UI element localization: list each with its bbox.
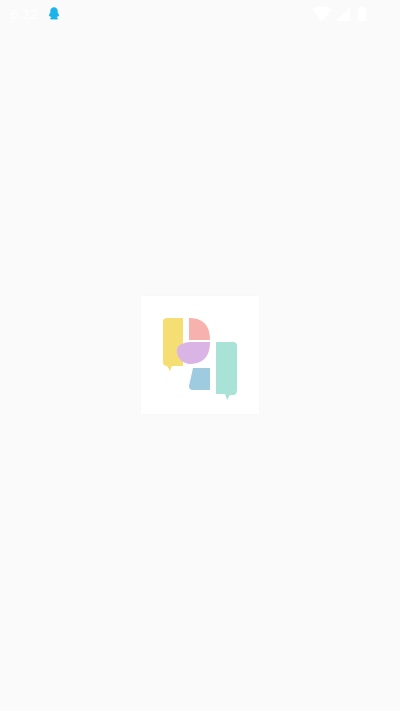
splash-screen: 6:22	[0, 0, 400, 711]
app-logo-icon	[163, 318, 237, 400]
system-status-icons	[312, 6, 366, 22]
qq-penguin-icon	[48, 7, 60, 20]
status-time: 6:22	[10, 6, 39, 22]
status-bar: 6:22	[0, 0, 400, 28]
app-logo-card	[141, 296, 259, 414]
signal-icon	[336, 7, 350, 21]
wifi-icon	[312, 6, 332, 22]
battery-icon	[358, 6, 366, 21]
